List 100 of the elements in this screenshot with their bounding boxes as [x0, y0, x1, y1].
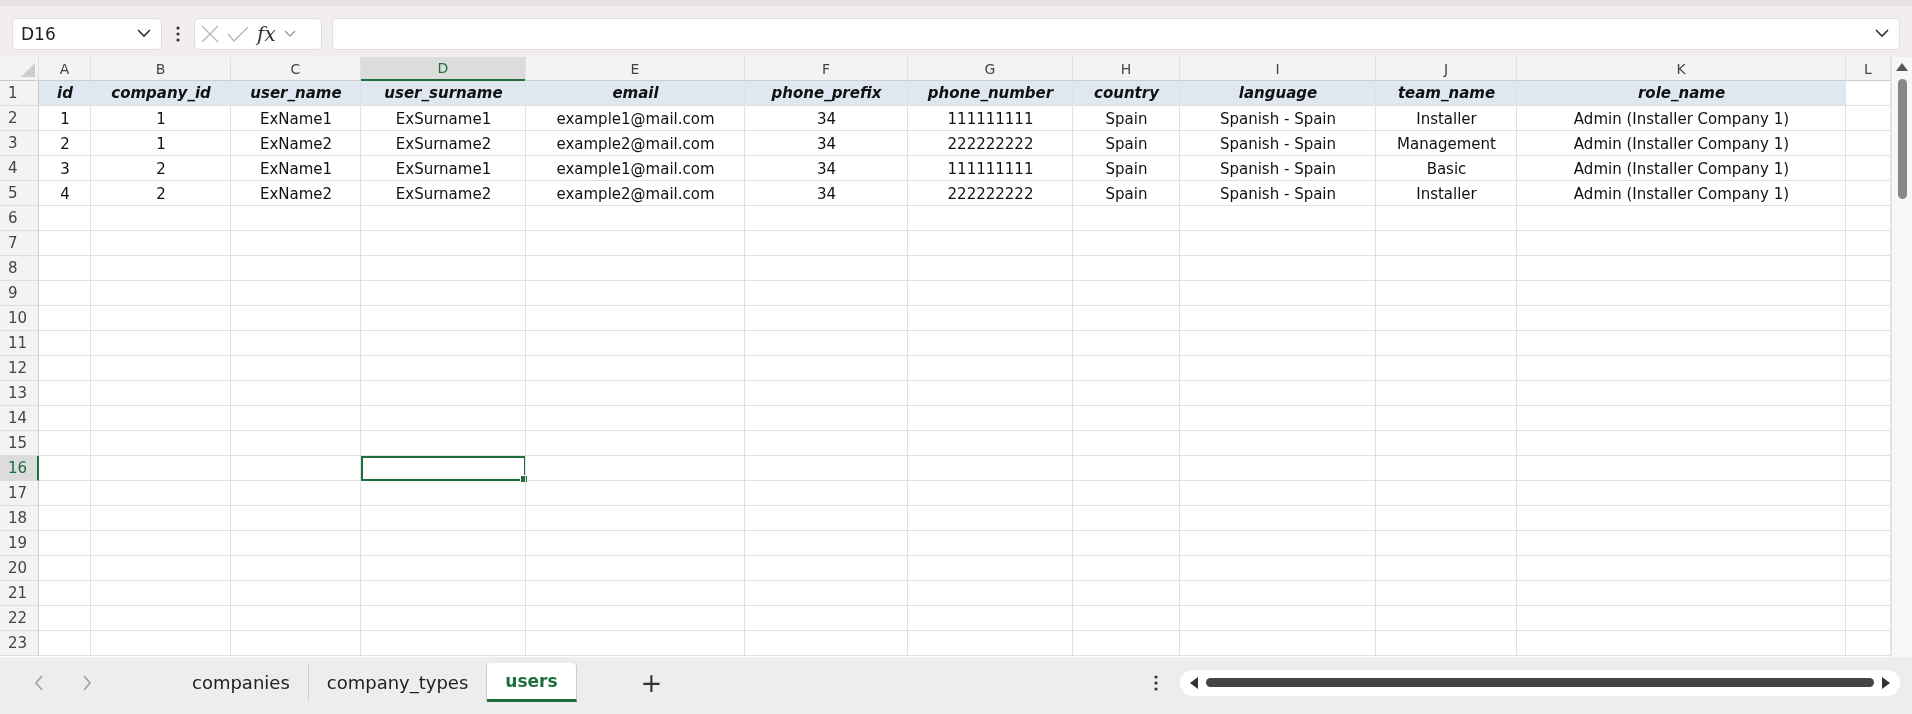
sheet-tab[interactable]: users: [487, 663, 577, 702]
table-cell-text: Management: [1396, 133, 1497, 155]
horizontal-scrollbar[interactable]: [1180, 669, 1900, 696]
column-header[interactable]: E: [526, 57, 745, 81]
table-cell-text: Admin (Installer Company 1): [1572, 183, 1791, 205]
table-cell-text: example1@mail.com: [555, 108, 716, 130]
table-cell-text: 111111111: [946, 108, 1035, 130]
column-header[interactable]: C: [231, 57, 361, 81]
table-cell-text: 34: [815, 158, 838, 180]
table-cell-text: Installer: [1415, 183, 1478, 205]
table-cell-text: ExName1: [258, 108, 334, 130]
table-cell-text: 34: [815, 183, 838, 205]
more-options-icon[interactable]: [176, 25, 180, 42]
row-header[interactable]: 12: [0, 356, 39, 381]
row-header[interactable]: 22: [0, 606, 39, 631]
table-cell-text: 222222222: [946, 183, 1035, 205]
column-header[interactable]: F: [745, 57, 908, 81]
row-header[interactable]: 11: [0, 331, 39, 356]
insert-function-button[interactable]: fx: [257, 21, 276, 46]
table-cell-text: 3: [59, 158, 71, 180]
header-cell: country: [1073, 81, 1180, 106]
check-icon[interactable]: [227, 25, 249, 42]
header-cell: user_name: [231, 81, 361, 106]
expand-chevron-icon[interactable]: [1875, 29, 1889, 38]
column-header[interactable]: H: [1073, 57, 1180, 81]
table-cell-text: ExName2: [258, 183, 334, 205]
table-cell-text: ExSurname1: [394, 158, 493, 180]
table-cell-text: Admin (Installer Company 1): [1572, 158, 1791, 180]
table-cell-text: 222222222: [946, 133, 1035, 155]
table-cell-text: Admin (Installer Company 1): [1572, 133, 1791, 155]
table-cell-text: 34: [815, 133, 838, 155]
row-header[interactable]: 6: [0, 206, 39, 231]
row-header[interactable]: 20: [0, 556, 39, 581]
header-cell: phone_prefix: [745, 81, 908, 106]
column-header[interactable]: G: [908, 57, 1073, 81]
header-cell: email: [526, 81, 745, 106]
table-cell-text: 1: [155, 133, 167, 155]
table-cell-text: example1@mail.com: [555, 158, 716, 180]
row-header[interactable]: 5: [0, 181, 39, 206]
row-header[interactable]: 2: [0, 106, 39, 131]
formula-input[interactable]: [332, 17, 1900, 50]
column-header[interactable]: J: [1376, 57, 1517, 81]
scroll-right-icon[interactable]: [1882, 676, 1890, 689]
row-header[interactable]: 13: [0, 381, 39, 406]
row-header[interactable]: 18: [0, 506, 39, 531]
cancel-icon[interactable]: [201, 24, 219, 43]
vertical-scrollbar[interactable]: [1891, 57, 1912, 657]
table-cell-text: 2: [59, 133, 71, 155]
scrollbar-thumb[interactable]: [1206, 678, 1874, 687]
header-cell: phone_number: [908, 81, 1073, 106]
table-cell-text: Basic: [1425, 158, 1468, 180]
table-cell-text: Spain: [1104, 183, 1149, 205]
chevron-down-icon[interactable]: [137, 29, 151, 38]
name-box[interactable]: D16: [12, 17, 162, 50]
header-cell: team_name: [1376, 81, 1517, 106]
cell-reference: D16: [21, 23, 56, 44]
row-header[interactable]: 4: [0, 156, 39, 181]
table-cell-text: Spanish - Spain: [1218, 133, 1338, 155]
row-header[interactable]: 9: [0, 281, 39, 306]
table-cell-text: Spanish - Spain: [1218, 108, 1338, 130]
chevron-right-icon[interactable]: [82, 674, 92, 691]
scroll-up-icon[interactable]: [1896, 63, 1908, 71]
column-header[interactable]: L: [1846, 57, 1891, 81]
row-header[interactable]: 15: [0, 431, 39, 456]
row-header[interactable]: 21: [0, 581, 39, 606]
table-cell-text: Spain: [1104, 158, 1149, 180]
row-header[interactable]: 7: [0, 231, 39, 256]
table-cell-text: ExSurname2: [394, 133, 493, 155]
row-header[interactable]: 17: [0, 481, 39, 506]
row-header[interactable]: 14: [0, 406, 39, 431]
table-cell-text: Spain: [1104, 133, 1149, 155]
table-cell-text: example2@mail.com: [555, 133, 716, 155]
scroll-left-icon[interactable]: [1190, 676, 1198, 689]
header-cell: id: [39, 81, 91, 106]
column-header[interactable]: A: [39, 57, 91, 81]
row-header[interactable]: 8: [0, 256, 39, 281]
row-header[interactable]: 3: [0, 131, 39, 156]
row-header[interactable]: 1: [0, 81, 39, 106]
table-cell-text: example2@mail.com: [555, 183, 716, 205]
row-header[interactable]: 16: [0, 456, 39, 481]
more-options-icon[interactable]: [1154, 674, 1158, 691]
add-sheet-button[interactable]: +: [634, 667, 669, 698]
column-header[interactable]: D: [361, 57, 526, 81]
column-header[interactable]: I: [1180, 57, 1376, 81]
chevron-left-icon[interactable]: [34, 674, 44, 691]
corner-triangle-icon: [21, 63, 35, 77]
table-cell-text: 4: [59, 183, 71, 205]
row-header[interactable]: 23: [0, 631, 39, 656]
table-cell-text: 1: [155, 108, 167, 130]
sheet-tab[interactable]: companies: [174, 664, 309, 701]
column-header[interactable]: K: [1517, 57, 1846, 81]
table-cell-text: 2: [155, 158, 167, 180]
header-cell: company_id: [91, 81, 231, 106]
scrollbar-thumb[interactable]: [1897, 79, 1907, 199]
table-cell-text: Spain: [1104, 108, 1149, 130]
table-cell-text: ExName2: [258, 133, 334, 155]
row-header[interactable]: 10: [0, 306, 39, 331]
column-header[interactable]: B: [91, 57, 231, 81]
row-header[interactable]: 19: [0, 531, 39, 556]
table-cell-text: 1: [59, 108, 71, 130]
